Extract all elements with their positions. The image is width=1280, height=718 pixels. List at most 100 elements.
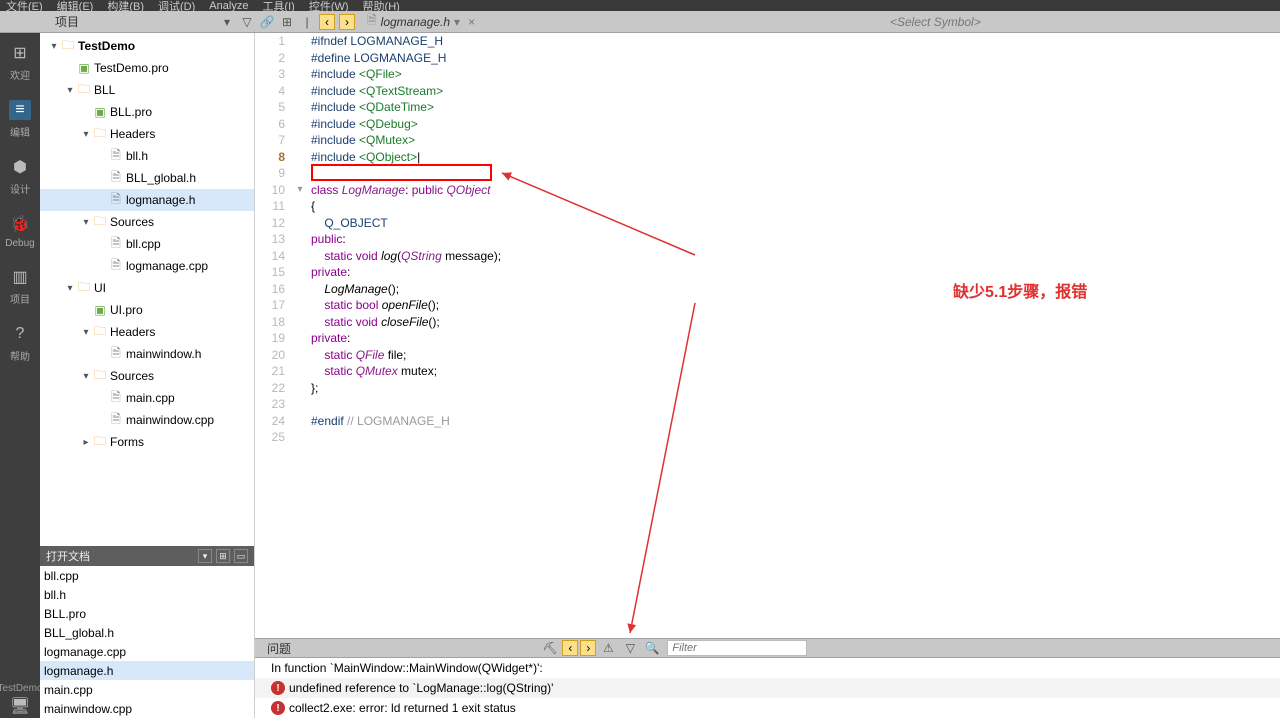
fold-icon[interactable] [295,363,305,380]
menu-item[interactable]: 文件(E) [6,0,43,14]
code-line[interactable]: 4 #include <QTextStream> [255,83,1280,100]
tree-item[interactable]: ▾ 🗀 TestDemo [40,35,254,57]
code-line[interactable]: 7 #include <QMutex> [255,132,1280,149]
fold-icon[interactable] [295,116,305,133]
fold-icon[interactable] [295,215,305,232]
expand-icon[interactable]: ▾ [64,283,76,294]
tree-item[interactable]: 🗎 logmanage.cpp [40,255,254,277]
open-docs-list[interactable]: bll.cppbll.hBLL.proBLL_global.hlogmanage… [40,566,254,718]
expand-icon[interactable]: ▾ [80,327,92,338]
code-line[interactable]: 8 #include <QObject>| [255,149,1280,166]
code-line[interactable]: 12 Q_OBJECT [255,215,1280,232]
tree-item[interactable]: ▣ BLL.pro [40,101,254,123]
code-line[interactable]: 20 static QFile file; [255,347,1280,364]
tree-item[interactable]: 🗎 logmanage.h [40,189,254,211]
project-tree[interactable]: ▾ 🗀 TestDemo ▣ TestDemo.pro ▾ 🗀 BLL ▣ BL… [40,33,254,546]
fold-icon[interactable] [295,347,305,364]
expand-icon[interactable]: ▸ [80,437,92,448]
issues-tab[interactable]: 问题 [255,639,303,657]
activity-项目[interactable]: ▥ [9,267,31,287]
menu-item[interactable]: 工具(I) [262,0,294,14]
link-icon[interactable]: 🔗 [259,14,275,30]
close-icon[interactable]: × [468,15,475,29]
code-line[interactable]: 11 { [255,198,1280,215]
code-line[interactable]: 1 #ifndef LOGMANAGE_H [255,33,1280,50]
tree-item[interactable]: 🗎 bll.cpp [40,233,254,255]
tree-item[interactable]: 🗎 mainwindow.cpp [40,409,254,431]
fold-icon[interactable] [295,314,305,331]
code-line[interactable]: 18 static void closeFile(); [255,314,1280,331]
activity-欢迎[interactable]: ⊞ [9,43,31,63]
tree-item[interactable]: 🗎 main.cpp [40,387,254,409]
editor-file-tab[interactable]: 🗎 logmanage.h ▾ × [359,11,483,32]
fold-icon[interactable] [295,264,305,281]
code-line[interactable]: 23 [255,396,1280,413]
fold-icon[interactable] [295,231,305,248]
open-doc-item[interactable]: logmanage.h [40,661,254,680]
code-line[interactable]: 5 #include <QDateTime> [255,99,1280,116]
close-icon[interactable]: ▭ [234,549,248,563]
warning-icon[interactable]: ⚠ [599,640,617,656]
code-line[interactable]: 10 ▾ class LogManage: public QObject [255,182,1280,199]
open-doc-item[interactable]: main.cpp [40,680,254,699]
issue-row[interactable]: !undefined reference to `LogManage::log(… [255,678,1280,698]
build-icon[interactable]: ⛏ [541,640,559,656]
fold-icon[interactable] [295,99,305,116]
activity-Debug[interactable]: 🐞 [9,214,31,234]
issue-row[interactable]: !collect2.exe: error: ld returned 1 exit… [255,698,1280,718]
nav-fwd-button[interactable]: › [339,14,355,30]
code-line[interactable]: 21 static QMutex mutex; [255,363,1280,380]
fold-icon[interactable]: ▾ [295,182,305,199]
code-line[interactable]: 14 static void log(QString message); [255,248,1280,265]
open-doc-item[interactable]: BLL_global.h [40,623,254,642]
expand-icon[interactable]: ▾ [80,129,92,140]
menu-item[interactable]: Analyze [209,0,248,12]
code-line[interactable]: 9 [255,165,1280,182]
tree-item[interactable]: ▾ 🗀 Headers [40,321,254,343]
issues-filter-input[interactable] [667,640,807,656]
issues-list[interactable]: In function `MainWindow::MainWindow(QWid… [255,658,1280,718]
fold-icon[interactable] [295,198,305,215]
fold-icon[interactable] [295,149,305,166]
open-doc-item[interactable]: bll.h [40,585,254,604]
fold-icon[interactable] [295,165,305,182]
expand-icon[interactable]: ▾ [64,85,76,96]
code-line[interactable]: 22 }; [255,380,1280,397]
filter-icon[interactable]: ▽ [239,14,255,30]
fold-icon[interactable] [295,83,305,100]
code-editor[interactable]: 1 #ifndef LOGMANAGE_H 2 #define LOGMANAG… [255,33,1280,638]
filter-icon[interactable]: ▽ [621,640,639,656]
kit-select-icon[interactable]: 🖥 [9,696,31,716]
dropdown-icon[interactable]: ▾ [454,15,460,29]
tree-item[interactable]: ▾ 🗀 Sources [40,365,254,387]
tree-item[interactable]: ▾ 🗀 UI [40,277,254,299]
menu-item[interactable]: 控件(W) [309,0,349,14]
tree-item[interactable]: ▣ UI.pro [40,299,254,321]
menu-item[interactable]: 构建(B) [107,0,144,14]
code-line[interactable]: 2 #define LOGMANAGE_H [255,50,1280,67]
expand-icon[interactable]: ▾ [80,217,92,228]
fold-icon[interactable] [295,248,305,265]
tree-item[interactable]: 🗎 mainwindow.h [40,343,254,365]
symbol-selector[interactable]: <Select Symbol> [880,15,1280,29]
code-line[interactable]: 24 #endif // LOGMANAGE_H [255,413,1280,430]
split-icon[interactable]: ⊞ [279,14,295,30]
expand-icon[interactable]: ▾ [80,371,92,382]
fold-icon[interactable] [295,66,305,83]
open-doc-item[interactable]: bll.cpp [40,566,254,585]
menu-item[interactable]: 调试(D) [158,0,195,14]
fold-icon[interactable] [295,297,305,314]
issues-prev-button[interactable]: ‹ [562,640,578,656]
code-line[interactable]: 3 #include <QFile> [255,66,1280,83]
issues-next-button[interactable]: › [580,640,596,656]
code-line[interactable]: 17 static bool openFile(); [255,297,1280,314]
fold-icon[interactable] [295,50,305,67]
tree-item[interactable]: 🗎 BLL_global.h [40,167,254,189]
tree-item[interactable]: ▣ TestDemo.pro [40,57,254,79]
menu-item[interactable]: 编辑(E) [57,0,94,14]
tree-item[interactable]: ▸ 🗀 Forms [40,431,254,453]
open-doc-item[interactable]: mainwindow.cpp [40,699,254,718]
tree-item[interactable]: ▾ 🗀 Sources [40,211,254,233]
activity-设计[interactable]: ⬢ [9,157,31,177]
code-line[interactable]: 25 [255,429,1280,446]
